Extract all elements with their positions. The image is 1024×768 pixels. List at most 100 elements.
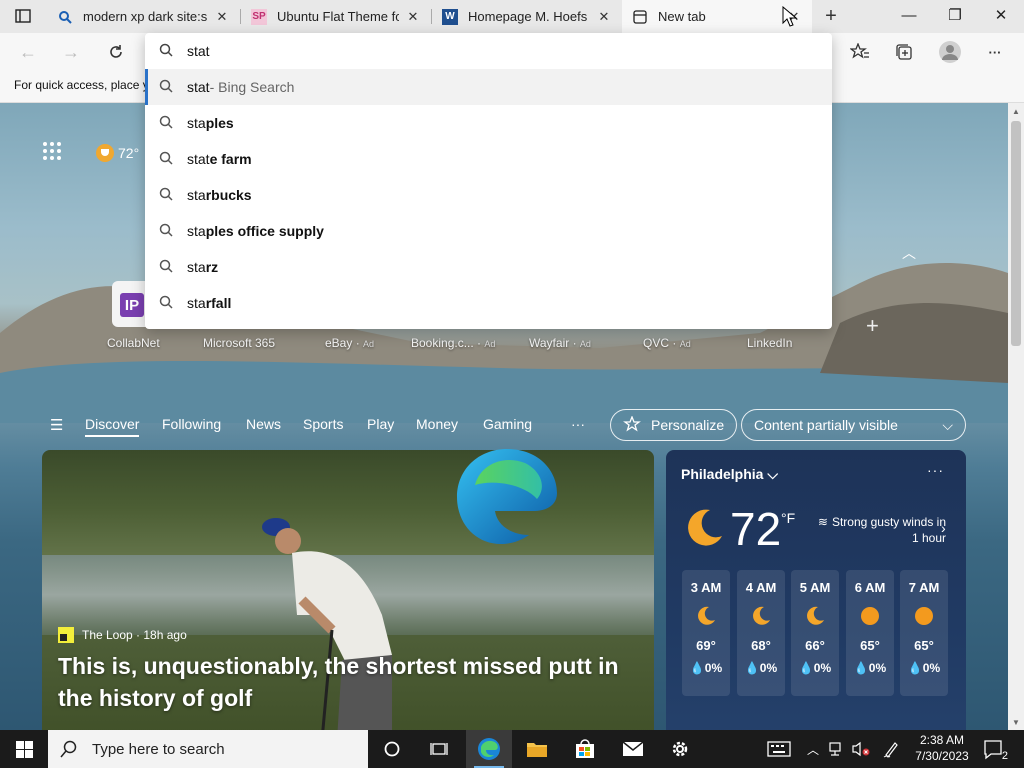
hourly-forecast-item[interactable]: 5 AM 66° 💧0%: [791, 570, 839, 696]
profile-button[interactable]: [935, 37, 965, 67]
taskbar-search-box[interactable]: Type here to search: [48, 730, 368, 768]
back-button[interactable]: ←: [13, 37, 43, 67]
weather-mini-widget[interactable]: 72°: [94, 142, 139, 164]
app-launcher-button[interactable]: [42, 141, 62, 164]
action-center-button[interactable]: 2: [982, 738, 1008, 762]
hourly-forecast-item[interactable]: 6 AM 65° 💧0%: [846, 570, 894, 696]
store-icon: [576, 739, 594, 758]
quick-link-microsoft-365[interactable]: Microsoft 365: [203, 336, 275, 350]
suggestion-item[interactable]: sta ples: [145, 105, 832, 141]
taskbar-file-explorer[interactable]: [514, 730, 560, 768]
suggestion-item[interactable]: sta rbucks: [145, 177, 832, 213]
favorites-button[interactable]: [845, 37, 875, 67]
feed-tab-discover[interactable]: Discover: [85, 416, 140, 437]
search-icon: [159, 259, 173, 276]
tab-search-results[interactable]: modern xp dark site:skin ✕: [47, 0, 240, 33]
hour-time: 5 AM: [799, 580, 831, 595]
tray-keyboard-button[interactable]: [762, 730, 796, 768]
feed-tab-sports[interactable]: Sports: [303, 416, 343, 432]
refresh-button[interactable]: [101, 37, 131, 67]
wordpress-logo-icon: W: [442, 8, 458, 25]
tab-homepage-hoefs[interactable]: W Homepage M. Hoefs - W ✕: [432, 0, 622, 33]
tab-strip: modern xp dark site:skin ✕ SP Ubuntu Fla…: [0, 0, 1024, 33]
collapse-chevron-icon[interactable]: ︿: [902, 243, 916, 263]
weather-unit[interactable]: °F: [781, 510, 795, 526]
hour-time: 6 AM: [854, 580, 886, 595]
hour-precip-value: 0%: [759, 661, 778, 675]
tray-show-hidden-button[interactable]: ︿: [804, 730, 822, 768]
collections-button[interactable]: [889, 37, 919, 67]
content-visibility-dropdown[interactable]: Content partially visible ⌵: [741, 409, 966, 441]
tray-volume-button[interactable]: [850, 730, 872, 768]
taskbar-clock[interactable]: 2:38 AM 7/30/2023: [914, 732, 970, 764]
settings-menu-button[interactable]: ···: [980, 37, 1010, 67]
add-quick-link-button[interactable]: +: [866, 313, 879, 339]
feed-tab-money[interactable]: Money: [416, 416, 458, 432]
taskbar-settings[interactable]: [657, 730, 703, 768]
address-bar-input[interactable]: [187, 43, 687, 59]
story-headline[interactable]: This is, unquestionably, the shortest mi…: [58, 650, 638, 714]
address-bar[interactable]: [145, 33, 832, 69]
taskbar-store[interactable]: [562, 730, 608, 768]
feed-tab-following[interactable]: Following: [162, 416, 221, 432]
mouse-cursor-icon: [782, 6, 798, 27]
quick-link-linkedin[interactable]: LinkedIn: [747, 336, 792, 350]
story-source[interactable]: The Loop · 18h ago: [58, 627, 187, 643]
scroll-down-arrow-icon[interactable]: ▼: [1008, 714, 1024, 730]
quick-link-qvc[interactable]: QVC · Ad: [643, 336, 691, 350]
suggestion-item-bing-search[interactable]: stat - Bing Search: [145, 69, 832, 105]
new-tab-button[interactable]: +: [818, 4, 844, 28]
page-scrollbar[interactable]: ▲ ▼: [1008, 103, 1024, 730]
feed-tab-gaming[interactable]: Gaming: [483, 416, 532, 432]
clock-date: 7/30/2023: [915, 749, 969, 763]
tray-network-button[interactable]: [826, 730, 848, 768]
suggestion-item[interactable]: sta rfall: [145, 285, 832, 321]
hourly-forecast-item[interactable]: 3 AM 69° 💧0%: [682, 570, 730, 696]
suggestion-item[interactable]: stat e farm: [145, 141, 832, 177]
forward-button[interactable]: →: [56, 37, 86, 67]
close-window-button[interactable]: ✕: [978, 0, 1024, 30]
personalize-button[interactable]: Personalize: [610, 409, 738, 441]
story-card[interactable]: The Loop · 18h ago This is, unquestionab…: [42, 450, 654, 730]
chevron-right-icon[interactable]: ›: [941, 520, 946, 536]
suggestion-item[interactable]: sta ples office supply: [145, 213, 832, 249]
hour-temp: 66°: [805, 638, 825, 653]
tab-ubuntu-theme[interactable]: SP Ubuntu Flat Theme for W ✕: [241, 0, 431, 33]
forward-arrow-icon: →: [62, 41, 80, 62]
avatar-icon: [939, 41, 961, 63]
feed-tab-play[interactable]: Play: [367, 416, 394, 432]
start-button[interactable]: [0, 730, 48, 768]
hamburger-menu-icon[interactable]: ☰: [50, 416, 63, 434]
weather-location-dropdown[interactable]: Philadelphia ⌵: [681, 466, 778, 483]
maximize-button[interactable]: ❐: [932, 0, 978, 30]
tab-close-icon[interactable]: ✕: [405, 9, 421, 25]
quick-link-collabnet[interactable]: CollabNet: [107, 336, 160, 350]
weather-mini-temp: 72°: [118, 144, 140, 161]
scroll-up-arrow-icon[interactable]: ▲: [1008, 103, 1024, 119]
suggestion-item[interactable]: sta rz: [145, 249, 832, 285]
taskbar-edge[interactable]: [466, 730, 512, 768]
feed-more-button[interactable]: ···: [571, 416, 585, 432]
weather-alert[interactable]: ≋ Strong gusty winds in 1 hour: [816, 514, 946, 546]
tab-close-icon[interactable]: ✕: [214, 9, 230, 25]
ad-label: Ad: [363, 339, 375, 349]
tab-close-icon[interactable]: ✕: [596, 9, 612, 25]
quick-link-ebay[interactable]: eBay · Ad: [325, 336, 374, 350]
hourly-forecast-item[interactable]: 4 AM 68° 💧0%: [737, 570, 785, 696]
tray-pen-button[interactable]: [880, 730, 902, 768]
taskbar-mail[interactable]: [610, 730, 656, 768]
tab-actions-menu-button[interactable]: [10, 6, 36, 26]
suggestion-suffix: e farm: [209, 151, 252, 167]
cortana-button[interactable]: [369, 730, 415, 768]
task-view-button[interactable]: [416, 730, 462, 768]
hourly-forecast-item[interactable]: 7 AM 65° 💧0%: [900, 570, 948, 696]
minimize-button[interactable]: —: [886, 0, 932, 30]
tab-title: Ubuntu Flat Theme for W: [277, 9, 399, 24]
tab-title: New tab: [658, 9, 706, 24]
feed-tab-news[interactable]: News: [246, 416, 281, 432]
quick-link-booking[interactable]: Booking.c... · Ad: [411, 336, 495, 350]
suggestion-note: - Bing Search: [209, 79, 295, 95]
quick-link-wayfair[interactable]: Wayfair · Ad: [529, 336, 591, 350]
weather-more-button[interactable]: ···: [927, 462, 944, 478]
scrollbar-thumb[interactable]: [1011, 121, 1021, 346]
